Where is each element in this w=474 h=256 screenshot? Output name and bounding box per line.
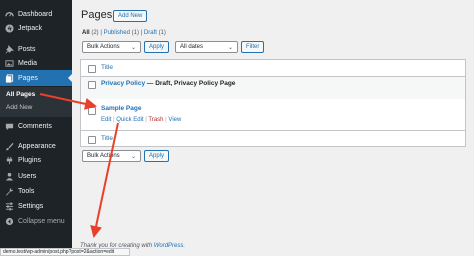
menu-label: Appearance [18, 142, 56, 150]
menu-collapse[interactable]: Collapse menu [0, 213, 72, 229]
date-filter-value: All dates [180, 44, 204, 50]
brush-icon [4, 141, 14, 151]
filter-all-count: (2) [91, 30, 99, 36]
filter-published-count: (1) [131, 30, 139, 36]
chevron-down-icon: ⌄ [227, 45, 233, 51]
pages-table: Title Privacy Policy — Draft, Privacy Po… [80, 59, 466, 147]
user-icon [4, 171, 14, 181]
admin-sidebar: Dashboard Jetpack Posts Media Pages All … [0, 0, 72, 256]
menu-label: Collapse menu [18, 217, 65, 225]
menu-label: Jetpack [18, 24, 43, 32]
row-actions: Edit | Quick Edit | Trash | View [101, 117, 182, 123]
table-row: Privacy Policy — Draft, Privacy Policy P… [81, 77, 465, 99]
pages-icon [4, 73, 14, 83]
row-checkbox[interactable] [88, 107, 96, 115]
plugin-icon [4, 155, 14, 165]
comment-icon [4, 121, 14, 131]
menu-settings[interactable]: Settings [0, 198, 72, 214]
wrench-icon [4, 186, 14, 196]
menu-label: Media [18, 59, 38, 67]
wordpress-link[interactable]: WordPress. [154, 243, 185, 249]
bulk-actions-value: Bulk Actions [87, 44, 120, 50]
chevron-down-icon: ⌄ [130, 45, 136, 51]
menu-label: Comments [18, 122, 52, 130]
column-title-footer[interactable]: Title [101, 135, 113, 142]
apply-button[interactable]: Apply [144, 41, 170, 53]
add-new-button[interactable]: Add New [113, 10, 148, 22]
menu-pages[interactable]: Pages [0, 70, 72, 86]
table-row: Sample Page Edit | Quick Edit | Trash | … [81, 100, 465, 131]
menu-comments[interactable]: Comments [0, 118, 72, 134]
bulk-actions-select-bottom[interactable]: Bulk Actions ⌄ [82, 150, 141, 162]
filter-all[interactable]: All [82, 30, 90, 36]
edit-link[interactable]: Edit [101, 117, 111, 123]
table-footer-row: Title [81, 131, 465, 147]
row-checkbox[interactable] [88, 81, 96, 89]
menu-jetpack[interactable]: Jetpack [0, 20, 72, 36]
apply-button-bottom[interactable]: Apply [144, 150, 170, 162]
collapse-icon [4, 216, 14, 226]
select-all-checkbox-footer[interactable] [88, 136, 96, 144]
menu-label: Posts [18, 45, 36, 53]
submenu-add-new[interactable]: Add New [6, 104, 32, 111]
pages-submenu: All Pages Add New [0, 87, 72, 117]
date-filter-select[interactable]: All dates ⌄ [175, 41, 238, 53]
bulk-actions-value: Bulk Actions [87, 153, 120, 159]
filter-draft-count: (1) [158, 30, 166, 36]
column-title-header[interactable]: Title [101, 64, 113, 71]
active-menu-arrow [68, 74, 72, 82]
menu-label: Plugins [18, 156, 41, 164]
jetpack-icon [4, 23, 14, 33]
menu-media[interactable]: Media [0, 55, 72, 71]
pin-icon [4, 44, 14, 54]
filter-draft[interactable]: Draft [144, 30, 157, 36]
filter-button[interactable]: Filter [241, 41, 265, 53]
menu-plugins[interactable]: Plugins [0, 152, 72, 168]
row-title-cell: Privacy Policy — Draft, Privacy Policy P… [101, 80, 235, 87]
bulk-actions-select[interactable]: Bulk Actions ⌄ [82, 41, 141, 53]
menu-label: Pages [18, 74, 38, 82]
page-title-link[interactable]: Privacy Policy [101, 80, 145, 87]
menu-label: Tools [18, 187, 35, 195]
quick-edit-link[interactable]: Quick Edit [116, 117, 143, 123]
submenu-all-pages[interactable]: All Pages [6, 91, 35, 98]
menu-tools[interactable]: Tools [0, 183, 72, 199]
page-state: — Draft, Privacy Policy Page [145, 80, 236, 87]
status-filter-links: All (2) | Published (1) | Draft (1) [82, 30, 166, 36]
menu-users[interactable]: Users [0, 168, 72, 184]
select-all-checkbox[interactable] [88, 65, 96, 73]
chevron-down-icon: ⌄ [130, 154, 136, 160]
menu-label: Settings [18, 202, 44, 210]
menu-label: Users [18, 172, 37, 180]
trash-link[interactable]: Trash [148, 117, 163, 123]
browser-status-url: demo.test/wp-admin/post.php?post=2&actio… [0, 248, 130, 256]
settings-icon [4, 201, 14, 211]
media-icon [4, 58, 14, 68]
menu-label: Dashboard [18, 10, 53, 18]
page-title: Pages [81, 9, 113, 21]
view-link[interactable]: View [168, 117, 181, 123]
page-title-link[interactable]: Sample Page [101, 105, 141, 112]
filter-published[interactable]: Published [104, 30, 130, 36]
dashboard-icon [4, 9, 14, 19]
table-header-row: Title [81, 60, 465, 77]
